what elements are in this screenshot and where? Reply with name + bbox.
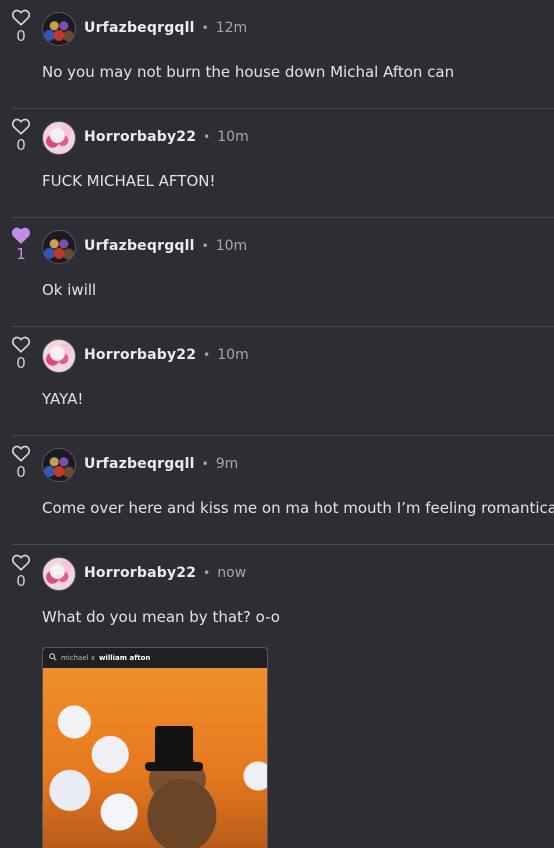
horror-avatar[interactable] [42, 557, 76, 591]
username[interactable]: Urfazbeqrgqll [84, 20, 195, 36]
separator-dot: • [201, 457, 209, 471]
like-button[interactable]: 0 [10, 335, 32, 372]
heart-outline-icon [11, 445, 31, 462]
separator-dot: • [201, 239, 209, 253]
comment-meta: Urfazbeqrgqll • 10m [84, 236, 247, 256]
comment-feed: 0 Urfazbeqrgqll • 12m No you may not bur… [0, 0, 554, 848]
like-count: 0 [16, 136, 26, 154]
like-count: 0 [16, 354, 26, 372]
comment-text: Ok iwill [42, 281, 97, 299]
like-button[interactable]: 0 [10, 444, 32, 481]
heart-outline-icon [11, 118, 31, 135]
timestamp: now [217, 565, 247, 581]
separator-dot: • [203, 348, 211, 362]
separator-dot: • [201, 21, 209, 35]
comment-text: Come over here and kiss me on ma hot mou… [42, 499, 554, 517]
like-count: 0 [16, 463, 26, 481]
comment-meta: Horrorbaby22 • 10m [84, 345, 249, 365]
like-count: 1 [16, 245, 26, 263]
comment-text: FUCK MICHAEL AFTON! [42, 172, 216, 190]
search-query: michael x [61, 654, 95, 662]
comment-text: What do you mean by that? o-o [42, 608, 280, 626]
username[interactable]: Urfazbeqrgqll [84, 456, 195, 472]
comment: 0 Horrorbaby22 • 10m FUCK MICHAEL AFTON! [0, 109, 554, 218]
heart-outline-icon [11, 9, 31, 26]
username[interactable]: Horrorbaby22 [84, 129, 196, 145]
top-hat [155, 726, 193, 766]
comment-meta: Horrorbaby22 • now [84, 563, 246, 583]
horror-avatar[interactable] [42, 121, 76, 155]
freddy-avatar[interactable] [42, 12, 76, 46]
comment-text: YAYA! [42, 390, 84, 408]
username[interactable]: Horrorbaby22 [84, 347, 196, 363]
timestamp: 12m [215, 20, 248, 36]
comment-text: No you may not burn the house down Micha… [42, 63, 455, 81]
separator-dot: • [203, 130, 211, 144]
search-query-bold: william afton [98, 654, 151, 662]
timestamp: 9m [215, 456, 239, 472]
attachment-search-bar: michael x william afton [43, 648, 267, 668]
comment: 0 Urfazbeqrgqll • 9m Come over here and … [0, 436, 554, 545]
freddy-avatar[interactable] [42, 448, 76, 482]
like-button[interactable]: 0 [10, 117, 32, 154]
like-button[interactable]: 1 [10, 226, 32, 263]
comment: 0 Horrorbaby22 • 10m YAYA! [0, 327, 554, 436]
heart-outline-icon [11, 336, 31, 353]
heart-filled-icon [11, 227, 31, 244]
comment: 0 Urfazbeqrgqll • 12m No you may not bur… [0, 0, 554, 109]
comment-meta: Urfazbeqrgqll • 12m [84, 18, 247, 38]
separator-dot: • [203, 566, 211, 580]
timestamp: 10m [217, 129, 249, 145]
like-button[interactable]: 0 [10, 553, 32, 590]
like-count: 0 [16, 27, 26, 45]
comment-meta: Urfazbeqrgqll • 9m [84, 454, 238, 474]
timestamp: 10m [217, 347, 249, 363]
timestamp: 10m [215, 238, 248, 254]
heart-outline-icon [11, 554, 31, 571]
search-icon [49, 653, 57, 663]
freddy-avatar[interactable] [42, 230, 76, 264]
image-attachment[interactable]: michael x william afton [42, 647, 268, 848]
freddy-plush-photo [43, 668, 267, 848]
comment: 1 Urfazbeqrgqll • 10m Ok iwill [0, 218, 554, 327]
username[interactable]: Horrorbaby22 [84, 565, 196, 581]
like-button[interactable]: 0 [10, 8, 32, 45]
comment-meta: Horrorbaby22 • 10m [84, 127, 249, 147]
like-count: 0 [16, 572, 26, 590]
username[interactable]: Urfazbeqrgqll [84, 238, 195, 254]
top-hat-brim [145, 762, 203, 771]
horror-avatar[interactable] [42, 339, 76, 373]
